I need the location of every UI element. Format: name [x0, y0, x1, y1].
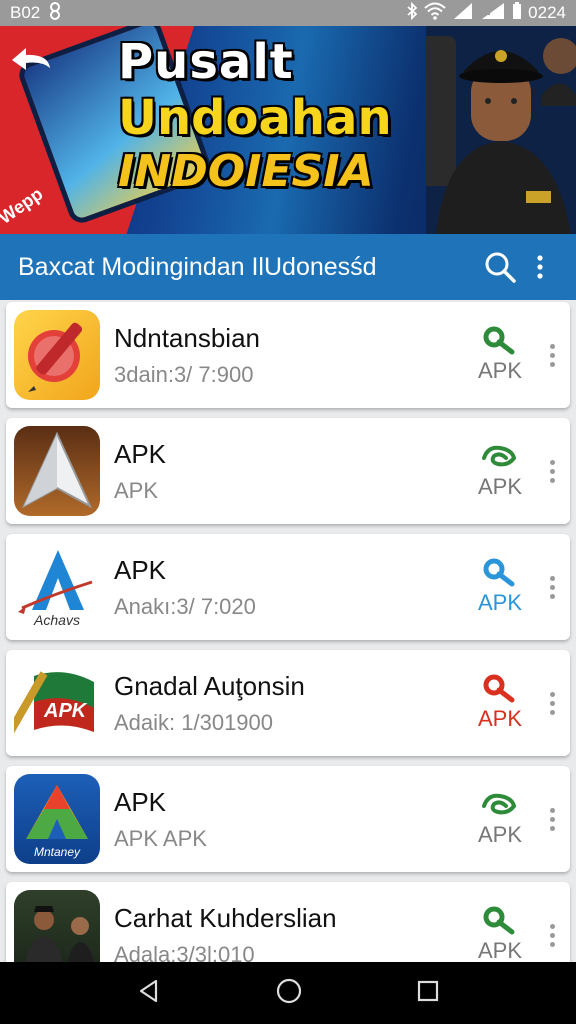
signal-icon	[452, 2, 474, 25]
back-arrow-icon[interactable]	[8, 44, 54, 78]
swirl-icon	[482, 793, 517, 815]
app-name: Carhat Kuhderslian	[114, 902, 337, 933]
colorful-a-icon: Mntaney	[14, 774, 100, 864]
item-more-icon[interactable]	[542, 923, 562, 947]
nav-back-icon[interactable]	[136, 978, 162, 1009]
blue-a-icon: Achavs	[14, 542, 100, 632]
apk-label: APK	[477, 938, 523, 962]
app-title: Baxcat Modingindan IlUdonesśd	[18, 252, 377, 281]
key-icon	[483, 674, 515, 703]
banner-line-3: INDOIESIA	[118, 146, 374, 197]
swirl-icon	[482, 445, 517, 467]
apk-label: APK	[477, 822, 523, 847]
arrow-a-icon	[14, 426, 100, 516]
banner-line-2: Undoahan	[118, 90, 392, 146]
app-subtitle: Adala:3/3l:010	[114, 941, 255, 963]
app-name: Gnadal Auţonsin	[114, 670, 305, 701]
wifi-icon	[424, 2, 446, 25]
officer-photo	[426, 26, 576, 234]
apk-download-button[interactable]: APK	[470, 906, 530, 962]
status-left-text: B02	[10, 3, 41, 22]
app-name: Ndntansbian	[114, 322, 260, 353]
pen-icon	[14, 310, 100, 400]
icon-caption: Achavs	[34, 612, 80, 628]
battery-icon	[512, 1, 522, 25]
apk-label: APK	[477, 590, 523, 615]
promo-banner[interactable]: Wepp Pusalt Undoahan INDOIESIA	[0, 26, 576, 234]
nav-home-icon[interactable]	[275, 977, 303, 1010]
app-name: APK	[114, 786, 167, 817]
list-item[interactable]: APK APK APK	[6, 418, 570, 524]
apk-label: APK	[477, 474, 523, 499]
app-subtitle: 3dain:3/ 7:900	[114, 361, 254, 387]
item-more-icon[interactable]	[542, 807, 562, 831]
list-item[interactable]: Mntaney APK APK APK APK	[6, 766, 570, 872]
apk-label: APK	[477, 706, 523, 731]
status-time: 0224	[528, 3, 566, 22]
list-item[interactable]: Ndntansbian 3dain:3/ 7:900 APK	[6, 302, 570, 408]
bluetooth-icon	[406, 1, 418, 25]
app-list: Ndntansbian 3dain:3/ 7:900 APK APK APK A…	[0, 300, 576, 962]
apk-label: APK	[477, 358, 523, 383]
app-name: APK	[114, 438, 167, 469]
nav-recents-icon[interactable]	[416, 979, 440, 1008]
app-subtitle: Anakı:3/ 7:020	[114, 593, 256, 619]
signal-2-icon	[480, 2, 506, 25]
list-item[interactable]: Carhat Kuhderslian Adala:3/3l:010 APK	[6, 882, 570, 962]
key-icon	[483, 326, 515, 355]
apk-download-button[interactable]: APK	[470, 326, 530, 384]
app-name: APK	[114, 554, 167, 585]
item-more-icon[interactable]	[542, 343, 562, 367]
apk-download-button[interactable]: APK	[470, 790, 530, 848]
banner-title: Pusalt Undoahan INDOIESIA	[118, 38, 392, 194]
banner-line-1: Pusalt	[118, 34, 294, 90]
app-bar: Baxcat Modingindan IlUdonesśd	[0, 234, 576, 300]
icon-caption: Mntaney	[33, 845, 81, 859]
app-subtitle: Adaik: 1/301900	[114, 709, 274, 735]
key-icon	[483, 558, 515, 587]
more-vert-icon[interactable]	[520, 247, 560, 287]
system-nav-bar	[0, 962, 576, 1024]
item-more-icon[interactable]	[542, 575, 562, 599]
icon-caption: APK	[44, 700, 87, 722]
list-item[interactable]: APK Gnadal Auţonsin Adaik: 1/301900 APK	[6, 650, 570, 756]
item-more-icon[interactable]	[542, 459, 562, 483]
status-bar: B02 0224	[0, 0, 576, 26]
app-subtitle: APK	[114, 477, 159, 503]
apk-download-button[interactable]: APK	[470, 442, 530, 500]
notification-icon	[48, 1, 62, 25]
item-more-icon[interactable]	[542, 691, 562, 715]
apk-download-button[interactable]: APK	[470, 674, 530, 732]
flag-apk-icon: APK	[14, 658, 100, 748]
key-icon	[483, 906, 515, 935]
people-photo-icon	[14, 890, 100, 962]
search-icon[interactable]	[480, 247, 520, 287]
apk-download-button[interactable]: APK	[470, 558, 530, 616]
app-subtitle: APK APK	[114, 825, 207, 851]
list-item[interactable]: Achavs APK Anakı:3/ 7:020 APK	[6, 534, 570, 640]
